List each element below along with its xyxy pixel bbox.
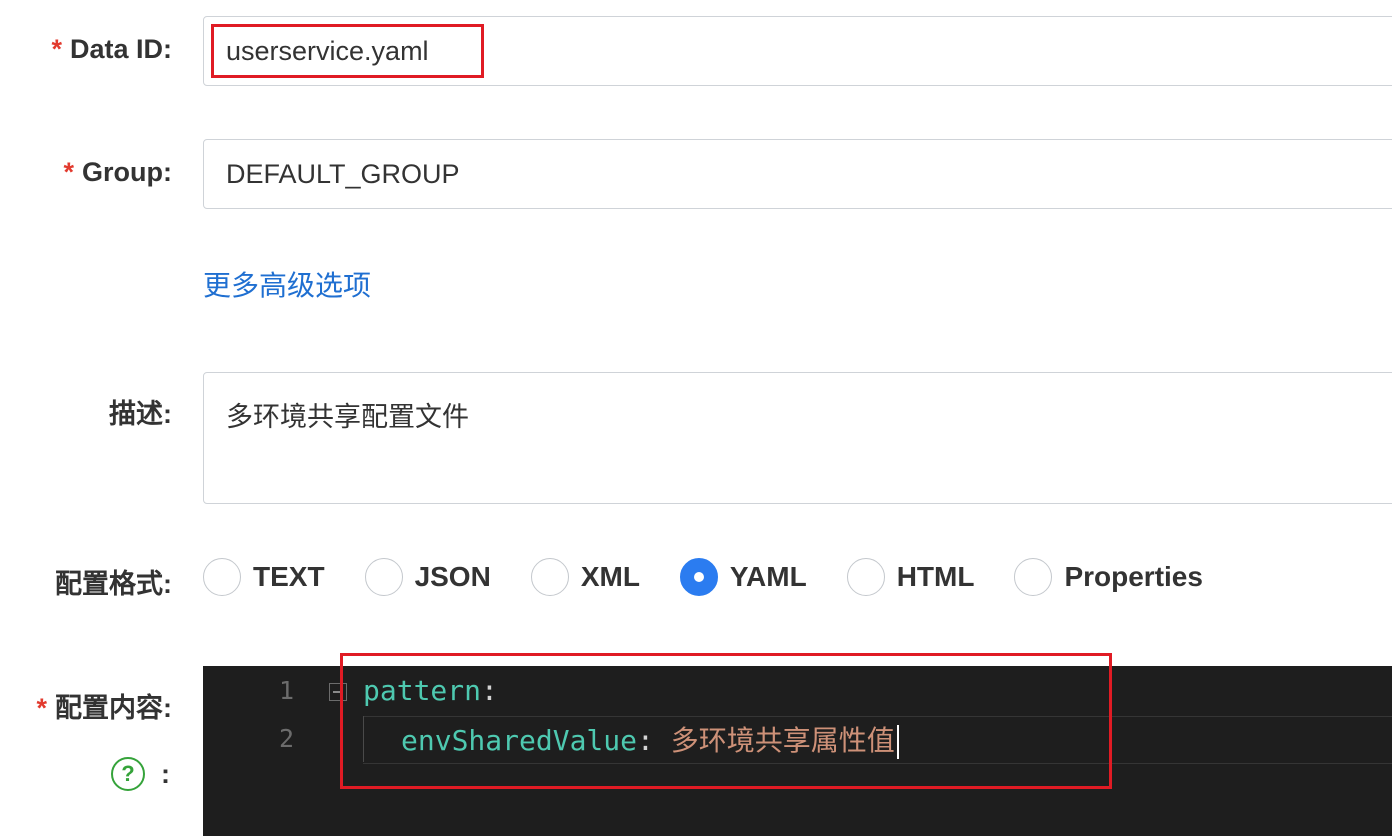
radio-label: Properties [1064,561,1203,592]
content-label: * 配置内容: [36,693,172,723]
radio-label: YAML [729,561,807,592]
radio-label: JSON [414,561,491,592]
radio-label: TEXT [253,561,325,592]
format-option-html[interactable]: HTML [846,558,975,596]
radio-circle[interactable] [364,558,403,596]
question-circle-icon[interactable]: ? [111,757,145,791]
description-label: 描述: [109,399,172,429]
indent-guide [363,716,364,762]
code-line-2: envSharedValue: 多环境共享属性值 [401,719,899,759]
required-mark: * [36,693,47,723]
line-number: 1 [279,676,295,705]
radio-circle-checked[interactable] [679,558,718,596]
format-option-yaml[interactable]: YAML [679,558,807,596]
help-colon: : [161,759,170,789]
group-input[interactable]: DEFAULT_GROUP [203,139,1392,209]
fold-minus-icon[interactable] [329,683,347,701]
description-textarea[interactable]: 多环境共享配置文件 [203,372,1392,504]
advanced-options-link[interactable]: 更多高级选项 [203,264,371,304]
radio-circle[interactable] [203,558,241,596]
radio-label: XML [580,561,640,592]
radio-label: HTML [896,561,975,592]
radio-dot [693,572,704,582]
data-id-label: * Data ID: [51,34,172,64]
format-option-xml[interactable]: XML [530,558,640,596]
group-label: * Group: [63,157,173,187]
radio-circle[interactable] [530,558,569,596]
radio-circle[interactable] [1014,558,1053,596]
text-cursor [896,725,899,759]
format-option-json[interactable]: JSON [364,558,491,596]
required-mark: * [51,34,62,64]
format-option-properties[interactable]: Properties [1014,558,1203,596]
required-mark: * [63,157,75,187]
data-id-value: userservice.yaml [226,35,429,66]
format-option-text[interactable]: TEXT [203,558,325,596]
group-value: DEFAULT_GROUP [226,158,460,189]
format-label: 配置格式: [55,569,172,599]
format-radio-group: TEXT JSON XML YAML HTML Properties [203,557,1243,597]
data-id-input[interactable]: userservice.yaml [203,16,1392,86]
radio-circle[interactable] [846,558,885,596]
code-line-1: pattern: [363,674,498,707]
code-editor[interactable]: 1 2 pattern: envSharedValue: 多环境共享属性值 [203,666,1392,836]
line-number: 2 [279,724,295,753]
description-value: 多环境共享配置文件 [226,402,469,432]
